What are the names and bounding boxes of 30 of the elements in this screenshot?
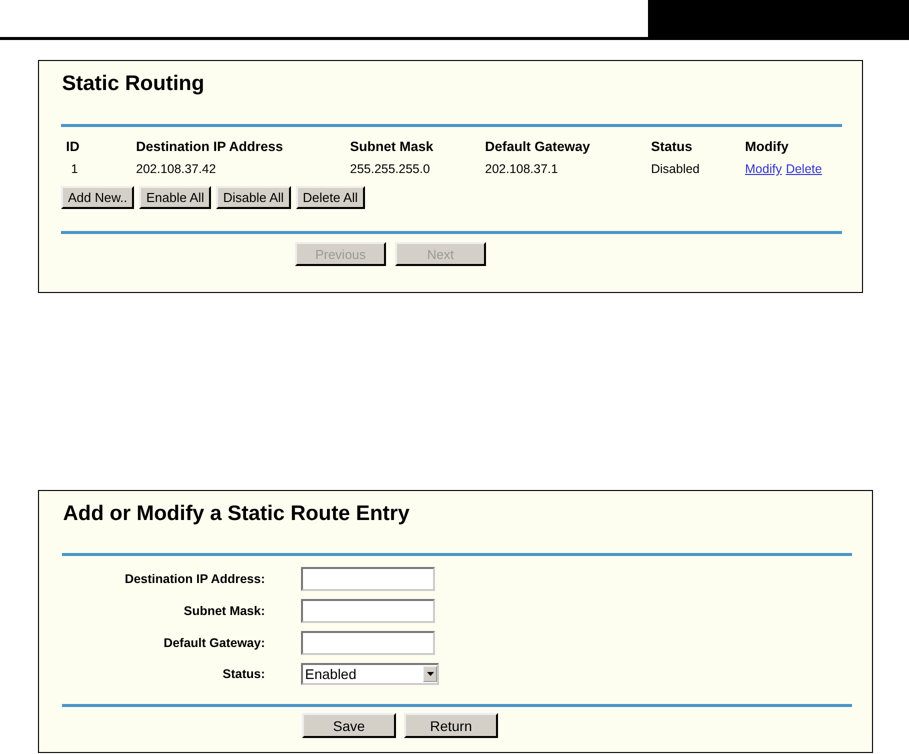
field-label: Default Gateway: [162,636,265,650]
input-field[interactable] [301,599,435,623]
link[interactable]: Modify [745,162,782,176]
column-header: Modify [744,139,790,154]
link[interactable]: Delete [786,162,822,176]
column-header: Status [650,139,694,154]
button[interactable]: Save [302,713,396,738]
column-header: ID [65,139,80,154]
button[interactable]: Enable All [139,186,212,209]
caret-icon [423,666,437,682]
table-cell-text: 202.108.37.1 [484,162,559,176]
table-cell-text: 1 [70,162,79,176]
field-label: Destination IP Address: [124,572,265,586]
field-label: Subnet Mask: [182,604,265,618]
page-title: Static Routing [62,72,206,97]
field-label: Status: [222,667,265,681]
table-cell-text: 202.108.37.42 [135,162,217,176]
button[interactable]: Add New.. [61,186,134,209]
button[interactable]: Return [404,713,498,738]
button[interactable]: Disable All [216,186,291,209]
input-field[interactable] [301,631,435,655]
button[interactable]: Delete All [296,186,365,209]
dropdown-field[interactable]: Enabled [301,663,439,685]
page-title: Add or Modify a Static Route Entry [63,502,411,527]
column-header: Subnet Mask [349,139,434,154]
table-cell-text: 255.255.255.0 [349,162,431,176]
input-field[interactable] [301,567,435,591]
column-header: Default Gateway [484,139,592,154]
table-cell-text: Disabled [650,162,701,176]
column-header: Destination IP Address [135,139,284,154]
